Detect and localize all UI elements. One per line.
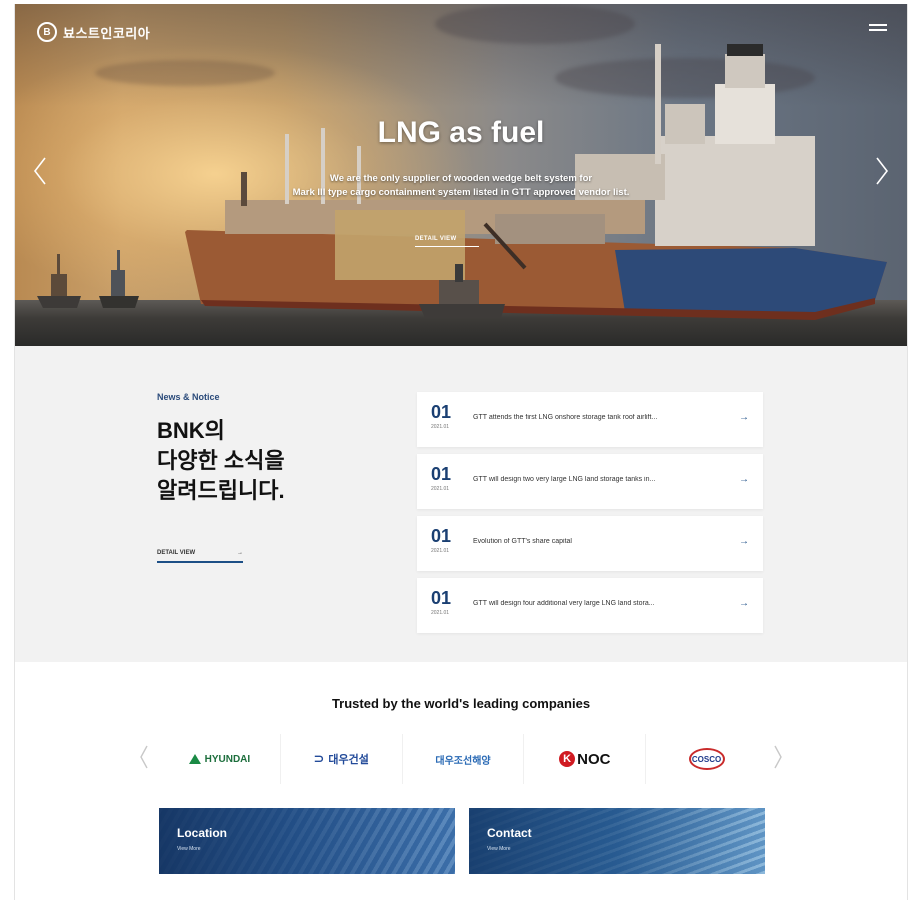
daewoo-mark-icon: ⊃ xyxy=(313,751,325,766)
logo-name: COSCO xyxy=(688,748,725,770)
knoc-logo: K NOC xyxy=(559,751,610,768)
news-item-title: GTT will design four additional very lar… xyxy=(473,600,655,607)
news-headline-line: 다양한 소식을 xyxy=(157,448,285,473)
logo-name: 대우조선해양 xyxy=(435,755,491,767)
logo-mark-icon: B xyxy=(37,22,57,42)
contact-card-title: Contact xyxy=(487,826,532,840)
partner-logo-daewoo-ec[interactable]: ⊃ 대우건설 xyxy=(281,734,403,784)
partner-logo-cosco[interactable]: COSCO xyxy=(646,734,767,784)
hero-title: LNG as fuel xyxy=(377,116,545,149)
news-item-date: 2021.01 xyxy=(431,610,450,616)
daewoo-ec-logo: ⊃ 대우건설 xyxy=(314,751,369,767)
news-item[interactable]: 01 2021.01 GTT will design four addition… xyxy=(417,578,763,633)
partner-logo-knoc[interactable]: K NOC xyxy=(524,734,647,784)
contact-card-more: View More xyxy=(487,846,511,852)
arrow-right-icon: → xyxy=(739,412,749,423)
hamburger-menu-icon[interactable] xyxy=(869,24,887,34)
arrow-right-icon: → xyxy=(739,474,749,485)
partner-logo-hyundai[interactable]: HYUNDAI xyxy=(159,734,281,784)
partner-logos: HYUNDAI ⊃ 대우건설 대우조선해양 K NOC COSCO xyxy=(159,734,767,784)
news-item-title: Evolution of GTT's share capital xyxy=(473,538,572,545)
contact-card[interactable]: Contact View More xyxy=(469,808,765,874)
news-item[interactable]: 01 2021.01 GTT attends the first LNG ons… xyxy=(417,392,763,447)
arrow-right-icon: → xyxy=(739,536,749,547)
news-item[interactable]: 01 2021.01 GTT will design two very larg… xyxy=(417,454,763,509)
news-item[interactable]: 01 2021.01 Evolution of GTT's share capi… xyxy=(417,516,763,571)
news-list: 01 2021.01 GTT attends the first LNG ons… xyxy=(417,392,763,640)
location-card-title: Location xyxy=(177,826,227,840)
hero-detail-view-link[interactable]: DETAIL VIEW xyxy=(415,236,479,247)
news-item-date: 2021.01 xyxy=(431,486,450,492)
logo-text: 뵤스트인코리아 xyxy=(63,25,151,41)
news-headline: BNK의 다양한 소식을 알려드립니다. xyxy=(157,416,285,506)
news-item-number: 01 xyxy=(431,464,452,484)
news-headline-line: 알려드립니다. xyxy=(157,478,285,503)
logos-next-arrow-icon[interactable] xyxy=(773,744,783,770)
news-item-number: 01 xyxy=(431,402,452,422)
news-kicker: News & Notice xyxy=(157,392,220,402)
site-logo[interactable]: B 뵤스트인코리아 xyxy=(37,22,150,42)
arrow-right-icon: → xyxy=(237,550,243,556)
location-card[interactable]: Location View More xyxy=(159,808,455,874)
news-detail-view-link[interactable]: DETAIL VIEW → xyxy=(157,550,243,563)
location-card-image xyxy=(159,808,455,874)
hero-subtitle-line: We are the only supplier of wooden wedge… xyxy=(329,173,593,184)
trusted-title: Trusted by the world's leading companies xyxy=(331,696,591,711)
arrow-right-icon: → xyxy=(739,598,749,609)
news-item-title: GTT attends the first LNG onshore storag… xyxy=(473,414,658,421)
news-item-date: 2021.01 xyxy=(431,548,450,554)
logos-prev-arrow-icon[interactable] xyxy=(139,744,149,770)
news-item-title: GTT will design two very large LNG land … xyxy=(473,476,656,483)
hero-banner: B 뵤스트인코리아 LNG as fuel We are the only su… xyxy=(15,4,907,346)
hero-subtitle-line: Mark III type cargo containment system l… xyxy=(292,187,630,198)
logo-name: HYUNDAI xyxy=(204,753,251,765)
contact-card-image xyxy=(469,808,765,874)
knoc-k-icon: K xyxy=(559,751,576,767)
news-item-number: 01 xyxy=(431,588,452,608)
news-section: News & Notice BNK의 다양한 소식을 알려드립니다. DETAI… xyxy=(15,346,907,662)
news-headline-line: BNK의 xyxy=(157,418,225,443)
page: B 뵤스트인코리아 LNG as fuel We are the only su… xyxy=(14,4,908,900)
logo-name: NOC xyxy=(577,750,611,768)
hero-subtitle: We are the only supplier of wooden wedge… xyxy=(15,172,907,200)
hyundai-logo: HYUNDAI xyxy=(188,753,251,765)
news-detail-label: DETAIL VIEW xyxy=(157,550,196,556)
news-item-date: 2021.01 xyxy=(431,424,450,430)
logo-name: 대우건설 xyxy=(328,754,369,766)
location-card-more: View More xyxy=(177,846,201,852)
triangle-icon xyxy=(188,754,201,764)
news-item-number: 01 xyxy=(431,526,452,546)
partner-logo-dsme[interactable]: 대우조선해양 xyxy=(403,734,525,784)
